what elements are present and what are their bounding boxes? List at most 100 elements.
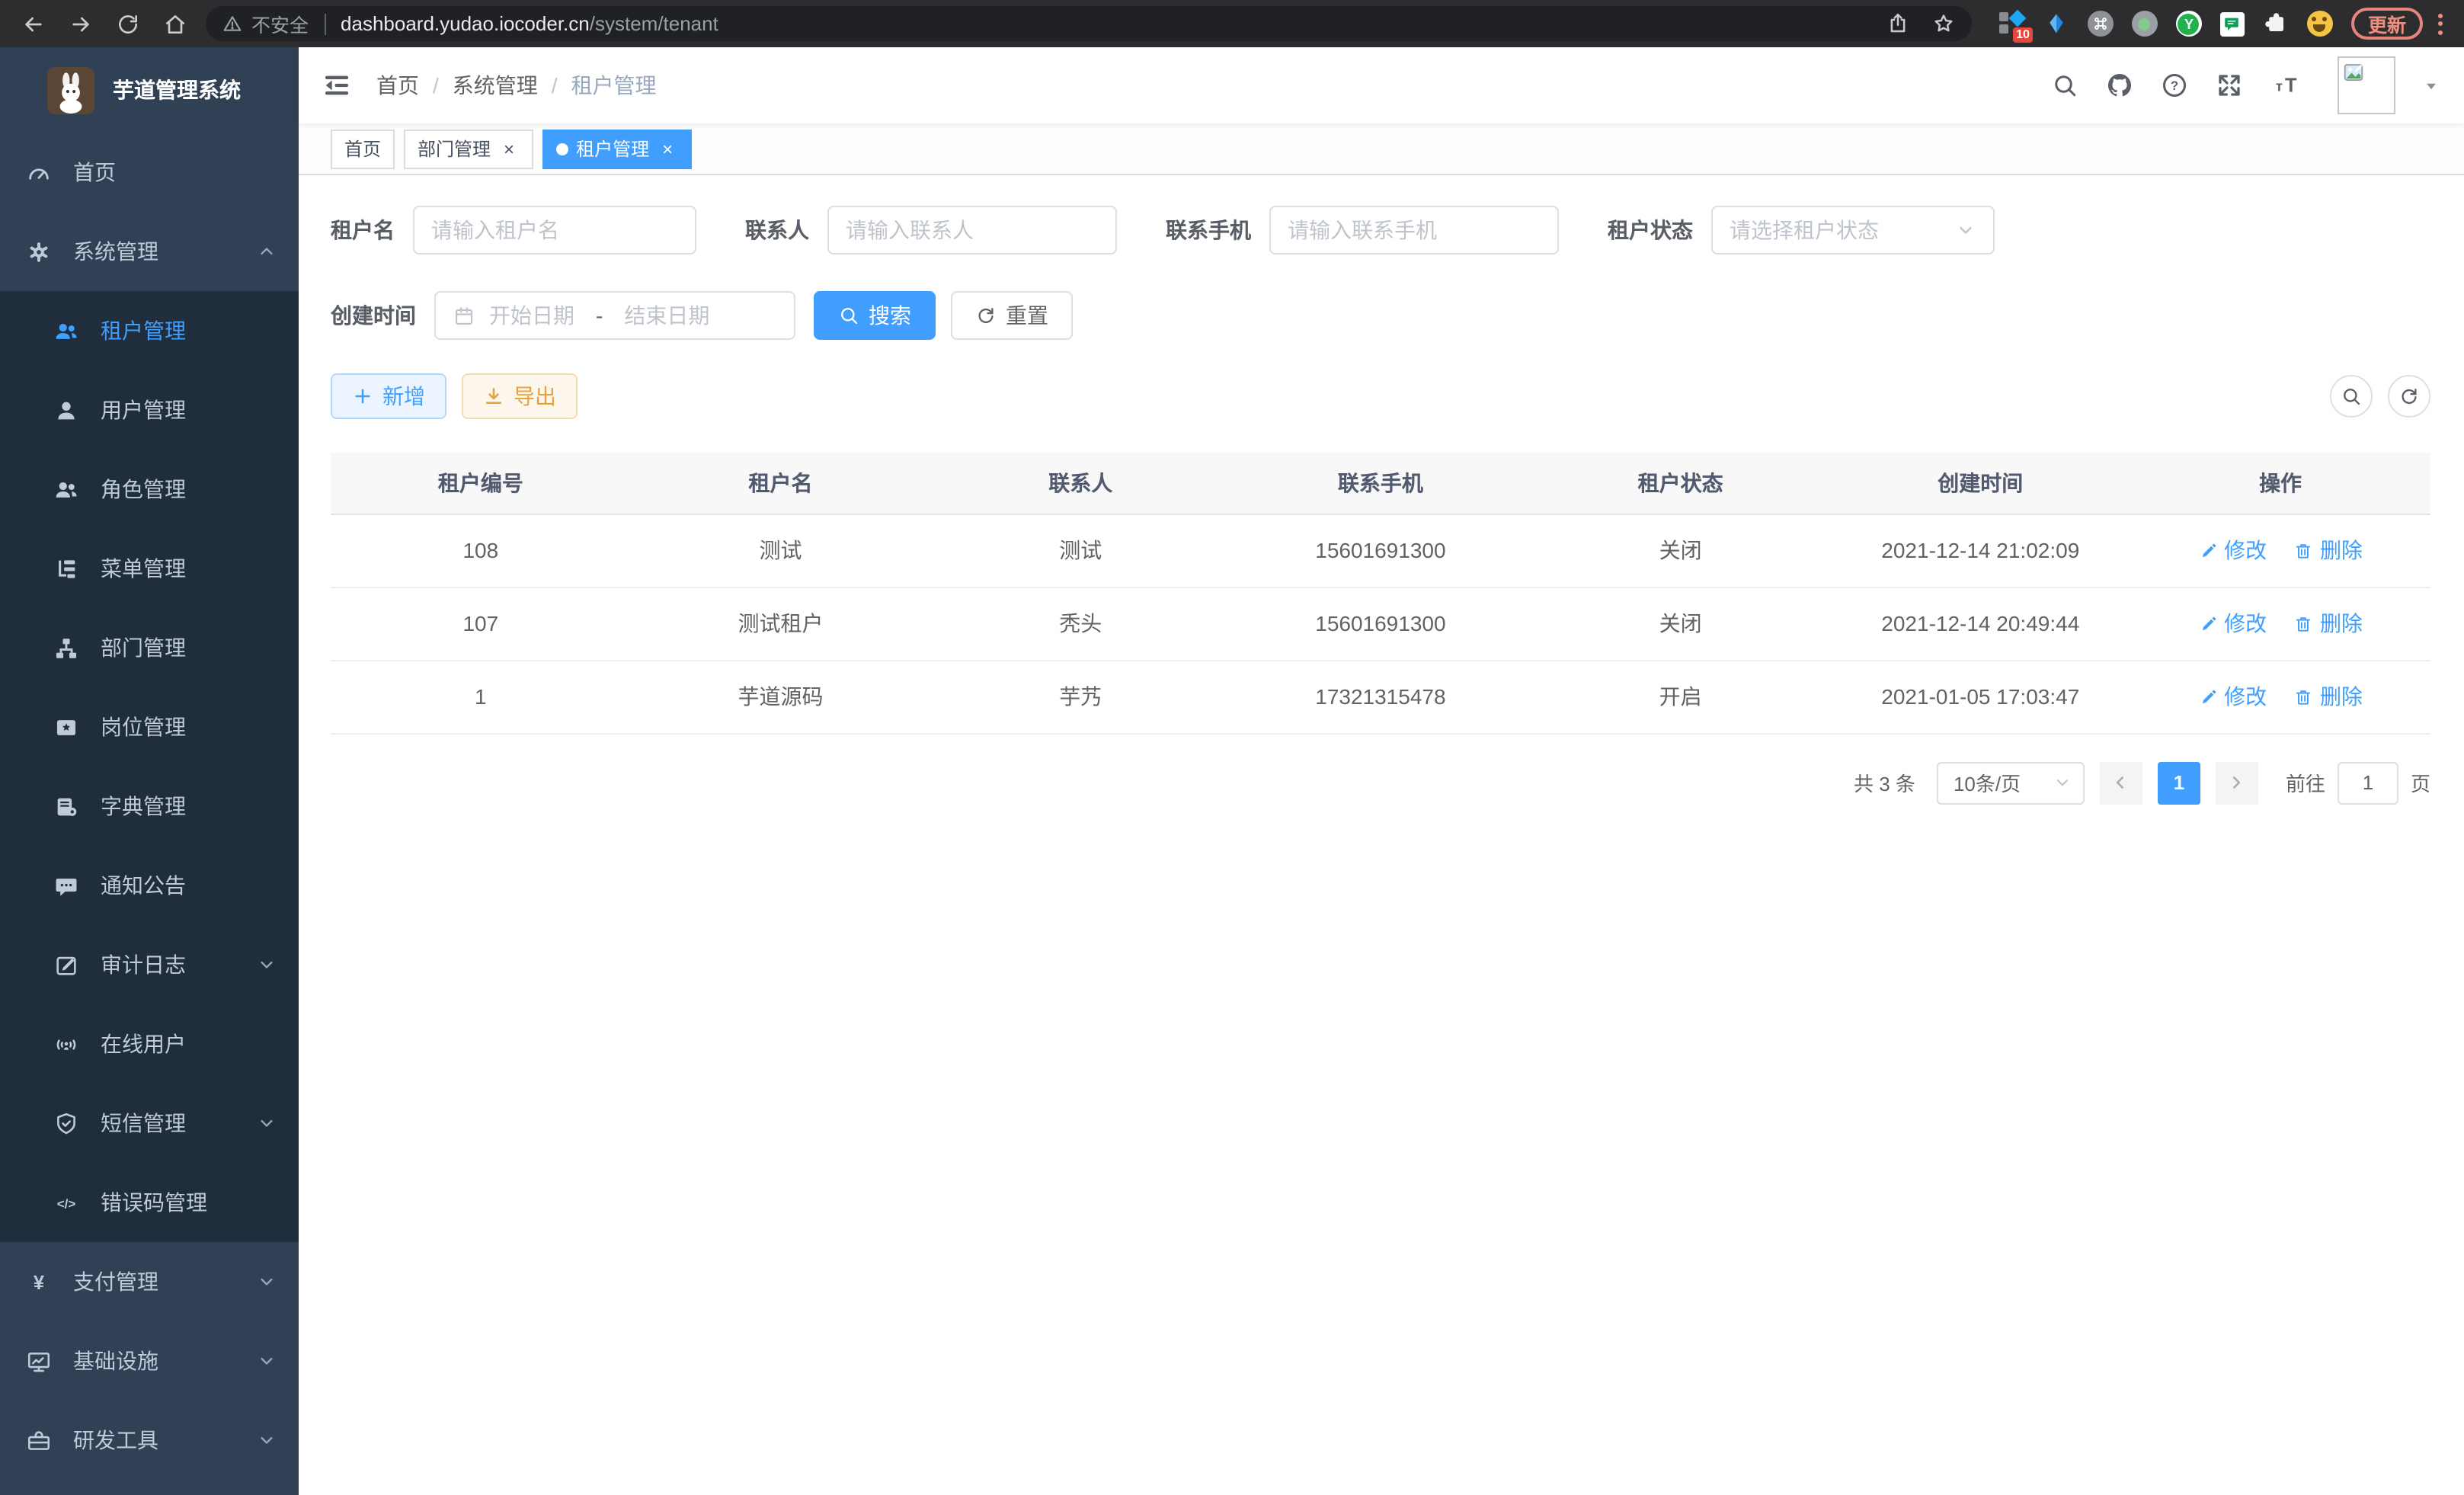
github-icon[interactable] bbox=[2106, 72, 2133, 99]
security-indicator[interactable]: 不安全 bbox=[222, 9, 309, 38]
url-path: /system/tenant bbox=[590, 12, 718, 35]
app-logo-row[interactable]: 芋道管理系统 bbox=[0, 47, 299, 133]
sidebar-item-home[interactable]: 首页 bbox=[0, 133, 299, 212]
sidebar-item-menu[interactable]: 菜单管理 bbox=[0, 529, 299, 608]
col-mobile: 联系手机 bbox=[1230, 453, 1531, 514]
extension-record-icon[interactable] bbox=[2132, 11, 2158, 37]
chrome-update-button[interactable]: 更新 bbox=[2351, 8, 2423, 40]
tab-home[interactable]: 首页 bbox=[331, 129, 395, 168]
edit-button[interactable]: 修改 bbox=[2198, 681, 2267, 712]
sidebar-item-audit-log[interactable]: 审计日志 bbox=[0, 925, 299, 1004]
delete-button[interactable]: 删除 bbox=[2294, 608, 2363, 639]
post-badge-icon bbox=[53, 714, 79, 740]
delete-button[interactable]: 删除 bbox=[2294, 535, 2363, 565]
sidebar-item-dept[interactable]: 部门管理 bbox=[0, 608, 299, 687]
col-contact: 联系人 bbox=[930, 453, 1230, 514]
close-icon[interactable]: × bbox=[657, 138, 678, 159]
trash-icon bbox=[2294, 540, 2314, 560]
tenant-users-icon bbox=[53, 318, 79, 344]
goto-label: 前往 bbox=[2286, 768, 2325, 797]
extension-chat-icon[interactable] bbox=[2220, 11, 2245, 36]
sidebar-item-pay[interactable]: 支付管理 bbox=[0, 1242, 299, 1321]
sidebar-item-system[interactable]: 系统管理 bbox=[0, 212, 299, 291]
fullscreen-icon[interactable] bbox=[2216, 72, 2243, 99]
status-select[interactable]: 请选择租户状态 bbox=[1711, 206, 1995, 255]
breadcrumb: 首页 / 系统管理 / 租户管理 bbox=[376, 70, 657, 101]
sidebar-item-error-code[interactable]: 错误码管理 bbox=[0, 1163, 299, 1242]
export-button[interactable]: 导出 bbox=[462, 373, 578, 419]
infra-monitor-icon bbox=[26, 1348, 52, 1374]
delete-button[interactable]: 删除 bbox=[2294, 681, 2363, 712]
sidebar-item-user[interactable]: 用户管理 bbox=[0, 370, 299, 450]
browser-reload-icon[interactable] bbox=[116, 11, 140, 36]
chevron-down-icon bbox=[256, 1271, 277, 1292]
filter-row-1: 租户名 请输入租户名 联系人 请输入联系人 联系手机 bbox=[331, 206, 2430, 255]
browser-menu-icon[interactable] bbox=[2438, 13, 2443, 34]
browser-forward-icon[interactable] bbox=[69, 11, 93, 36]
share-icon[interactable] bbox=[1886, 12, 1909, 35]
extension-kite-icon[interactable] bbox=[2043, 11, 2069, 37]
breadcrumb-home[interactable]: 首页 bbox=[376, 70, 419, 101]
prev-page-button[interactable] bbox=[2100, 761, 2142, 804]
broken-image-icon bbox=[2342, 61, 2365, 84]
sidebar: 芋道管理系统 首页 系统管理 租户管理 bbox=[0, 47, 299, 1495]
table-row: 107 测试租户 秃头 15601691300 关闭 2021-12-14 20… bbox=[331, 587, 2430, 660]
sidebar-item-dev-tools[interactable]: 研发工具 bbox=[0, 1401, 299, 1480]
tenant-name-input[interactable]: 请输入租户名 bbox=[413, 206, 696, 255]
warning-icon bbox=[222, 14, 242, 34]
sidebar-item-notice[interactable]: 通知公告 bbox=[0, 846, 299, 925]
avatar[interactable] bbox=[2338, 56, 2395, 114]
mobile-input[interactable]: 请输入联系手机 bbox=[1269, 206, 1559, 255]
help-icon[interactable] bbox=[2161, 72, 2188, 99]
sidebar-item-sms[interactable]: 短信管理 bbox=[0, 1084, 299, 1163]
pay-yen-icon bbox=[26, 1269, 52, 1295]
tab-dept[interactable]: 部门管理 × bbox=[404, 129, 533, 168]
extension-tabs-icon[interactable]: 10 bbox=[1999, 11, 2025, 37]
app-title: 芋道管理系统 bbox=[113, 75, 241, 105]
security-label: 不安全 bbox=[251, 9, 309, 38]
create-time-label: 创建时间 bbox=[331, 300, 416, 331]
sidebar-item-online-user[interactable]: 在线用户 bbox=[0, 1004, 299, 1084]
goto-page-input[interactable] bbox=[2338, 761, 2398, 804]
address-bar[interactable]: 不安全 dashboard.yudao.iocoder.cn/system/te… bbox=[206, 6, 1972, 41]
audit-log-icon bbox=[53, 952, 79, 978]
browser-home-icon[interactable] bbox=[163, 11, 187, 36]
close-icon[interactable]: × bbox=[498, 138, 520, 159]
current-page-button[interactable]: 1 bbox=[2158, 761, 2200, 804]
col-created: 创建时间 bbox=[1830, 453, 2130, 514]
extension-command-icon[interactable] bbox=[2088, 11, 2114, 37]
browser-back-icon[interactable] bbox=[21, 11, 46, 36]
tenant-table: 租户编号 租户名 联系人 联系手机 租户状态 创建时间 操作 108 测试 bbox=[331, 453, 2430, 734]
font-size-icon[interactable] bbox=[2270, 72, 2304, 99]
sidebar-item-post[interactable]: 岗位管理 bbox=[0, 687, 299, 767]
col-tenant-id: 租户编号 bbox=[331, 453, 631, 514]
sidebar-item-tenant[interactable]: 租户管理 bbox=[0, 291, 299, 370]
extension-y-logo-icon[interactable]: Y bbox=[2176, 11, 2202, 37]
header-search-icon[interactable] bbox=[2051, 72, 2078, 99]
edit-button[interactable]: 修改 bbox=[2198, 535, 2267, 565]
sidebar-item-dict[interactable]: 字典管理 bbox=[0, 767, 299, 846]
add-button[interactable]: 新增 bbox=[331, 373, 446, 419]
refresh-table-button[interactable] bbox=[2388, 375, 2430, 418]
bookmark-star-icon[interactable] bbox=[1932, 12, 1955, 35]
reset-button[interactable]: 重置 bbox=[951, 291, 1073, 340]
error-code-icon bbox=[53, 1189, 79, 1215]
breadcrumb-system[interactable]: 系统管理 bbox=[453, 70, 538, 101]
extensions-puzzle-icon[interactable] bbox=[2263, 11, 2289, 37]
sidebar-toggle-icon[interactable] bbox=[322, 70, 352, 101]
date-range-picker[interactable]: 开始日期 - 结束日期 bbox=[434, 291, 795, 340]
notice-comment-icon bbox=[53, 872, 79, 898]
table-header-row: 租户编号 租户名 联系人 联系手机 租户状态 创建时间 操作 bbox=[331, 453, 2430, 514]
toggle-search-button[interactable] bbox=[2330, 375, 2373, 418]
search-button[interactable]: 搜索 bbox=[814, 291, 936, 340]
page-size-select[interactable]: 10条/页 bbox=[1937, 761, 2085, 804]
sidebar-item-role[interactable]: 角色管理 bbox=[0, 450, 299, 529]
next-page-button[interactable] bbox=[2216, 761, 2258, 804]
contact-input[interactable]: 请输入联系人 bbox=[827, 206, 1117, 255]
chevron-down-icon bbox=[2053, 773, 2072, 792]
tab-tenant[interactable]: 租户管理 × bbox=[542, 129, 692, 168]
sidebar-item-infra[interactable]: 基础设施 bbox=[0, 1321, 299, 1401]
edit-button[interactable]: 修改 bbox=[2198, 608, 2267, 639]
avatar-caret-down-icon[interactable] bbox=[2423, 77, 2440, 94]
profile-emoji-icon[interactable] bbox=[2307, 11, 2333, 37]
